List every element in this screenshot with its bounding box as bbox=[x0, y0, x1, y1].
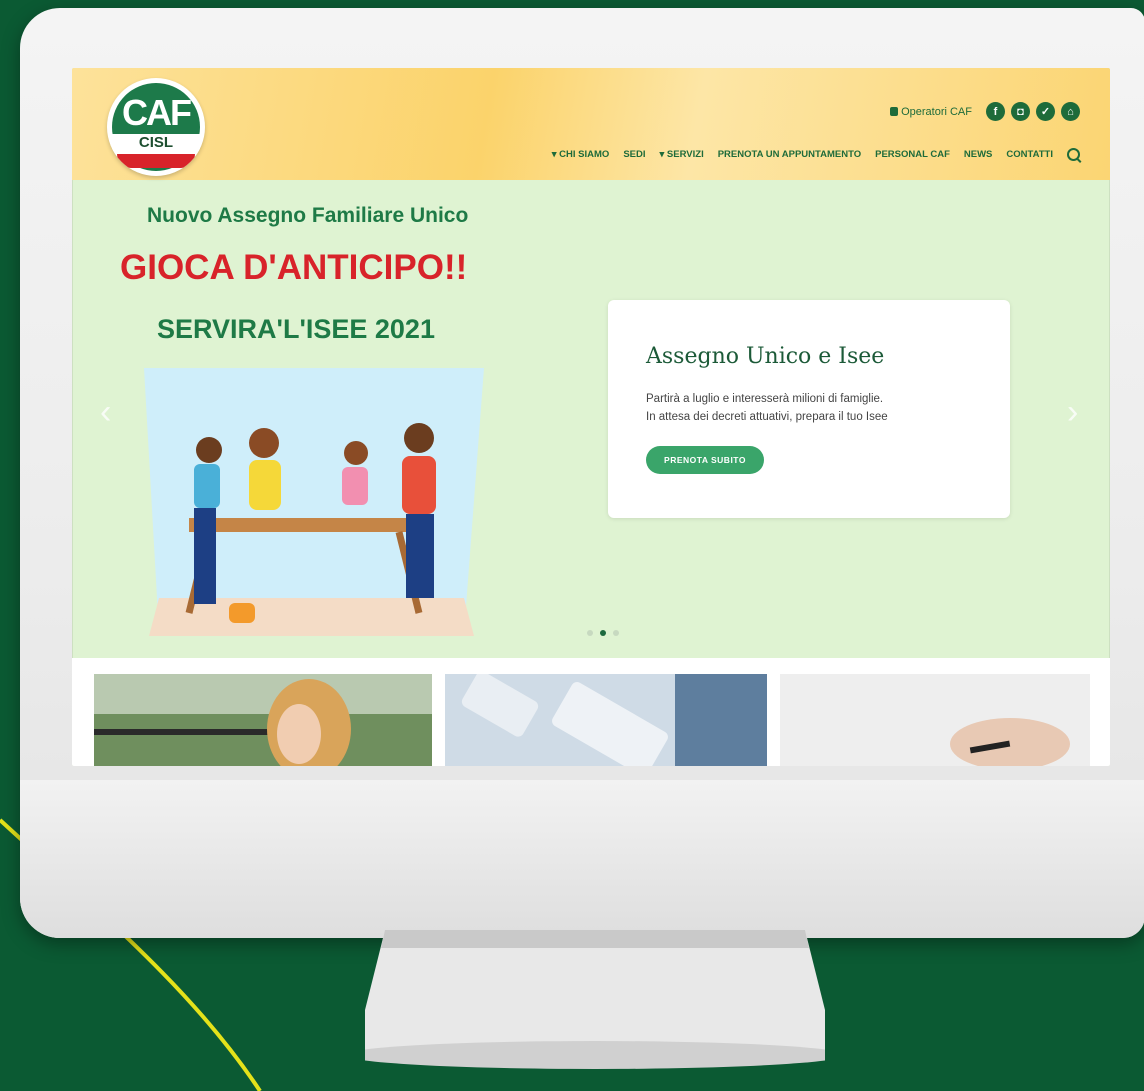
nav-item-personal-caf[interactable]: PERSONAL CAF bbox=[875, 149, 950, 160]
operatori-caf-link[interactable]: Operatori CAF bbox=[890, 106, 972, 118]
monitor-chin bbox=[20, 780, 1144, 938]
operatori-label: Operatori CAF bbox=[901, 105, 972, 118]
thumbnail-writing-photo[interactable] bbox=[780, 674, 1090, 766]
main-nav: ▾ CHI SIAMO SEDI ▾ SERVIZI PRENOTA UN AP… bbox=[552, 148, 1080, 161]
logo-text: CAF bbox=[122, 92, 192, 133]
search-icon[interactable] bbox=[1067, 148, 1080, 161]
twitter-icon[interactable]: ✓ bbox=[1036, 102, 1055, 121]
carousel-prev-arrow[interactable]: ‹ bbox=[100, 393, 111, 432]
top-links: Operatori CAF f ◘ ✓ ⌂ bbox=[890, 102, 1080, 121]
nav-item-prenota[interactable]: PRENOTA UN APPUNTAMENTO bbox=[718, 149, 861, 160]
home-icon[interactable]: ⌂ bbox=[1061, 102, 1080, 121]
card-text: Partirà a luglio e interesserà milioni d… bbox=[646, 390, 976, 426]
nav-item-servizi[interactable]: ▾ SERVIZI bbox=[660, 149, 704, 160]
carousel-dot[interactable] bbox=[613, 630, 619, 636]
facebook-icon[interactable]: f bbox=[986, 102, 1005, 121]
caf-cisl-logo[interactable]: CAF CISL bbox=[107, 78, 205, 176]
card-text-line-1: Partirà a luglio e interesserà milioni d… bbox=[646, 393, 884, 405]
site-header: CAF CISL Operatori CAF f ◘ ✓ ⌂ ▾ CHI SIA… bbox=[72, 68, 1110, 180]
nav-item-contatti[interactable]: CONTATTI bbox=[1006, 149, 1053, 160]
prenota-subito-button[interactable]: PRENOTA SUBITO bbox=[646, 446, 764, 474]
nav-item-sedi[interactable]: SEDI bbox=[623, 149, 645, 160]
hero-subheadline: SERVIRA'L'ISEE 2021 bbox=[157, 314, 435, 344]
thumbnail-woman-photo[interactable] bbox=[94, 674, 432, 766]
logo-subtext: CISL bbox=[138, 134, 174, 151]
thumbnail-keyboard-photo[interactable] bbox=[445, 674, 767, 766]
card-title: Assegno Unico e Isee bbox=[646, 344, 885, 369]
lock-icon bbox=[890, 107, 899, 116]
hero-card: Assegno Unico e Isee Partirà a luglio e … bbox=[608, 300, 1010, 518]
hero-headline: GIOCA D'ANTICIPO!! bbox=[120, 248, 468, 287]
nav-item-news[interactable]: NEWS bbox=[964, 149, 993, 160]
browser-screen: CAF CISL Operatori CAF f ◘ ✓ ⌂ ▾ CHI SIA… bbox=[72, 68, 1110, 766]
monitor-stand bbox=[365, 930, 825, 1069]
feature-thumbnails bbox=[72, 658, 1110, 766]
hero-heading: Nuovo Assegno Familiare Unico bbox=[147, 204, 469, 227]
card-text-line-2: In attesa dei decreti attuativi, prepara… bbox=[646, 411, 888, 423]
instagram-icon[interactable]: ◘ bbox=[1011, 102, 1030, 121]
nav-item-chi-siamo[interactable]: ▾ CHI SIAMO bbox=[552, 149, 610, 160]
carousel-dot[interactable] bbox=[587, 630, 593, 636]
carousel-dot-active[interactable] bbox=[600, 630, 606, 636]
family-table-illustration bbox=[144, 368, 484, 636]
carousel-next-arrow[interactable]: › bbox=[1067, 393, 1078, 432]
carousel-dots bbox=[587, 630, 619, 636]
